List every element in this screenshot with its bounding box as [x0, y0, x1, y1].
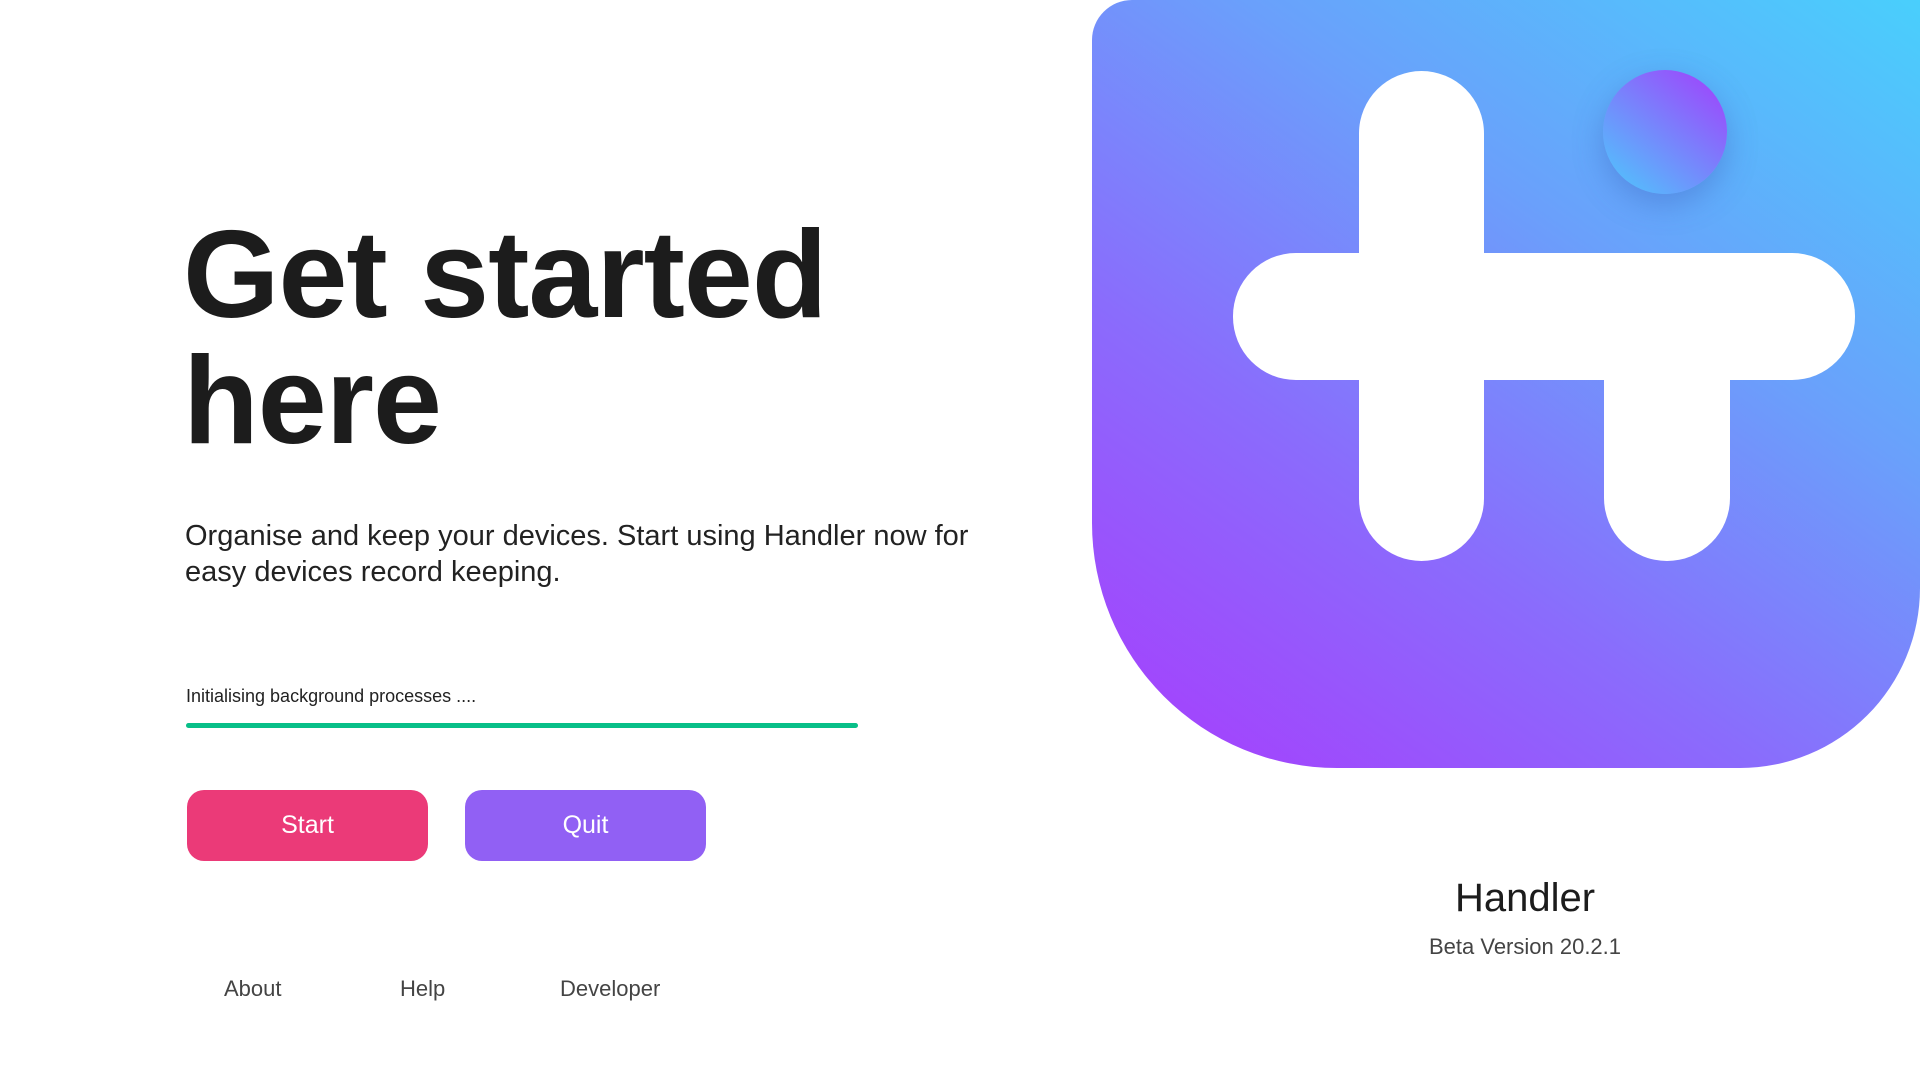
page-title: Get started here: [183, 212, 828, 464]
logo-stroke-horizontal: [1233, 253, 1855, 380]
logo-dot: [1603, 70, 1727, 194]
headline-line-1: Get started: [183, 206, 828, 344]
loading-status-text: Initialising background processes ....: [186, 686, 477, 706]
handler-logo-icon: [1092, 0, 1920, 768]
subtitle: Organise and keep your devices. Start us…: [185, 520, 969, 588]
app-name: Handler: [1454, 876, 1596, 920]
quit-button[interactable]: Quit: [465, 790, 706, 861]
developer-link[interactable]: Developer: [560, 976, 660, 1002]
progress-bar-fill: [186, 723, 858, 728]
progress-bar: [186, 723, 858, 728]
headline-line-2: here: [183, 332, 442, 470]
help-link[interactable]: Help: [400, 976, 445, 1002]
start-button[interactable]: Start: [187, 790, 428, 861]
about-link[interactable]: About: [224, 976, 282, 1002]
app-version: Beta Version 20.2.1: [1428, 934, 1622, 959]
